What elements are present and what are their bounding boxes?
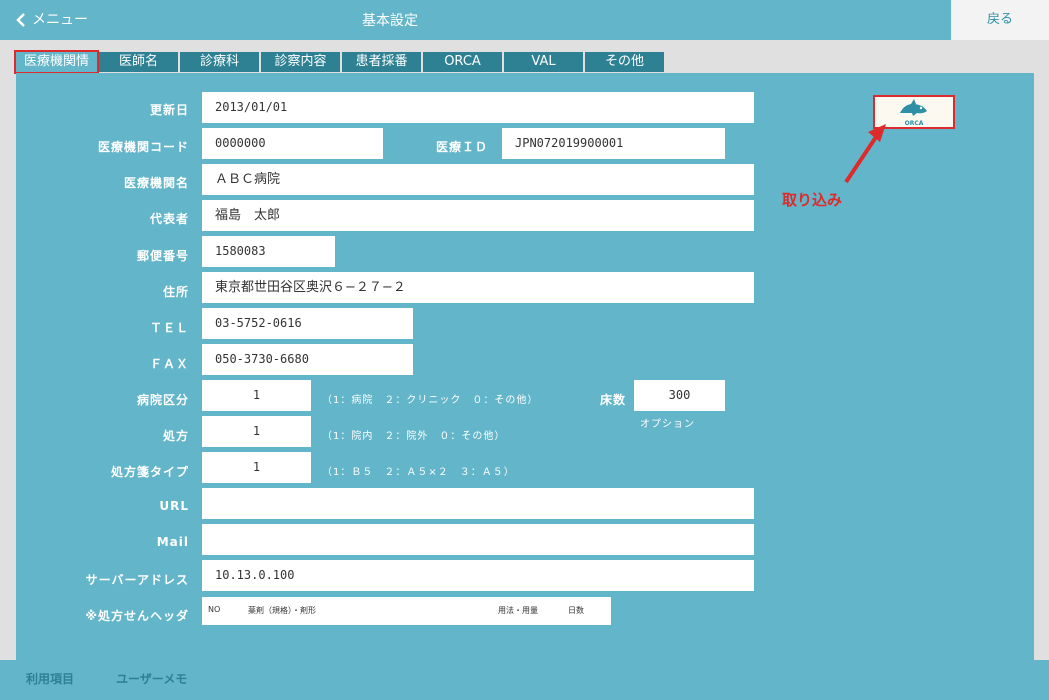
server-address-label: サーバーアドレス xyxy=(85,573,189,587)
tab-departments[interactable]: 診療科 xyxy=(180,52,259,72)
facility-name-label: 医療機関名 xyxy=(123,176,189,190)
server-address-field[interactable]: 10.13.0.100 xyxy=(202,560,754,591)
hospital-type-label: 病院区分 xyxy=(136,393,189,407)
page-title: 基本設定 xyxy=(362,13,418,29)
tab-facility-info[interactable]: 医療機関情 xyxy=(14,50,99,74)
mail-field[interactable] xyxy=(202,524,754,555)
fax-field[interactable]: 050-3730-6680 xyxy=(202,344,413,375)
hospital-type-hint: （1：病院 ２：クリニック ０：その他） xyxy=(322,395,539,406)
rx-header-col-no: NO xyxy=(208,605,221,614)
rx-header-box[interactable]: NO 薬剤（規格）・剤形 用法・用量 日数 xyxy=(202,597,611,625)
medical-id-field[interactable]: JPN072019900001 xyxy=(502,128,725,159)
update-date-label: 更新日 xyxy=(149,103,189,117)
rx-form-type-label: 処方箋タイプ xyxy=(110,465,189,479)
postal-code-label: 郵便番号 xyxy=(136,249,189,263)
rx-header-label: ※処方せんヘッダ xyxy=(85,609,189,623)
representative-label: 代表者 xyxy=(149,212,189,226)
tab-doctor-names[interactable]: 医師名 xyxy=(99,52,178,72)
facility-name-field[interactable]: ＡＢＣ病院 xyxy=(202,164,754,195)
facility-code-label: 医療機関コード xyxy=(97,140,189,154)
beds-label: 床数 xyxy=(599,393,626,407)
top-bar: メニュー 基本設定 戻る xyxy=(0,0,1049,40)
menu-back-link[interactable]: メニュー xyxy=(14,9,88,31)
back-button[interactable]: 戻る xyxy=(951,0,1049,40)
address-label: 住所 xyxy=(162,285,189,299)
tab-other[interactable]: その他 xyxy=(585,52,664,72)
menu-label: メニュー xyxy=(32,12,88,28)
tel-field[interactable]: 03-5752-0616 xyxy=(202,308,413,339)
tab-orca[interactable]: ORCA xyxy=(423,52,502,72)
representative-field[interactable]: 福島 太郎 xyxy=(202,200,754,231)
beds-hint: オプション xyxy=(640,419,695,430)
facility-code-field[interactable]: 0000000 xyxy=(202,128,383,159)
update-date-field[interactable]: 2013/01/01 xyxy=(202,92,754,123)
hospital-type-field[interactable]: 1 xyxy=(202,380,311,411)
tab-patient-numbering[interactable]: 患者採番 xyxy=(342,52,421,72)
address-field[interactable]: 東京都世田谷区奥沢６−２７−２ xyxy=(202,272,754,303)
prescription-label: 処方 xyxy=(162,429,189,443)
tel-label: ＴＥＬ xyxy=(149,321,189,335)
bottom-usage-items[interactable]: 利用項目 xyxy=(26,660,74,700)
beds-field[interactable]: 300 xyxy=(634,380,725,411)
medical-id-label: 医療ＩＤ xyxy=(435,140,488,154)
prescription-hint: （1：院内 ２：院外 ０：その他） xyxy=(322,431,506,442)
postal-code-field[interactable]: 1580083 xyxy=(202,236,335,267)
tab-exam-contents[interactable]: 診察内容 xyxy=(261,52,340,72)
tab-val[interactable]: VAL xyxy=(504,52,583,72)
rx-header-col-days: 日数 xyxy=(568,606,584,615)
fax-label: ＦＡＸ xyxy=(149,357,189,371)
bottom-user-memo[interactable]: ユーザーメモ xyxy=(116,660,187,700)
rx-header-col-usage: 用法・用量 xyxy=(498,606,538,615)
rx-form-type-hint: （1：Ｂ５ ２：Ａ５×２ ３：Ａ５） xyxy=(322,467,515,478)
rx-form-type-field[interactable]: 1 xyxy=(202,452,311,483)
tab-bar: 医療機関情 医師名 診療科 診察内容 患者採番 ORCA VAL その他 xyxy=(14,50,666,74)
prescription-field[interactable]: 1 xyxy=(202,416,311,447)
callout-arrow-icon xyxy=(844,124,886,184)
rx-header-col-drug: 薬剤（規格）・剤形 xyxy=(248,606,316,615)
bottom-bar: 利用項目 ユーザーメモ xyxy=(0,660,1049,700)
url-label: URL xyxy=(159,499,189,513)
import-callout: 取り込み xyxy=(782,191,843,209)
mail-label: Mail xyxy=(156,535,189,549)
chevron-left-icon xyxy=(16,13,25,27)
orca-whale-icon xyxy=(900,99,927,116)
url-field[interactable] xyxy=(202,488,754,519)
